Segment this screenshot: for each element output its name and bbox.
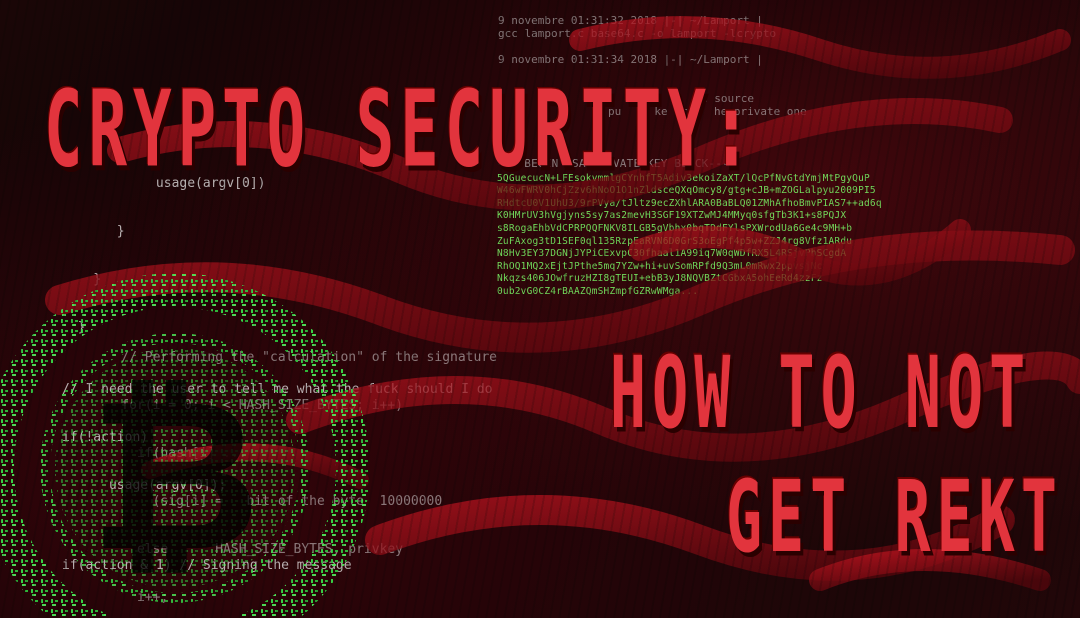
- swirl-stroke: [569, 16, 1071, 79]
- bitcoin-symbol: ₿: [89, 353, 260, 598]
- title-crypto-security: CRYPTO SECURITY:: [44, 70, 757, 193]
- bitcoin-matrix-coin: ₿: [0, 273, 370, 618]
- subtitle-how-to-not: HOW TO NOT: [610, 336, 1032, 452]
- subtitle-get-rekt: GET REKT: [726, 460, 1063, 576]
